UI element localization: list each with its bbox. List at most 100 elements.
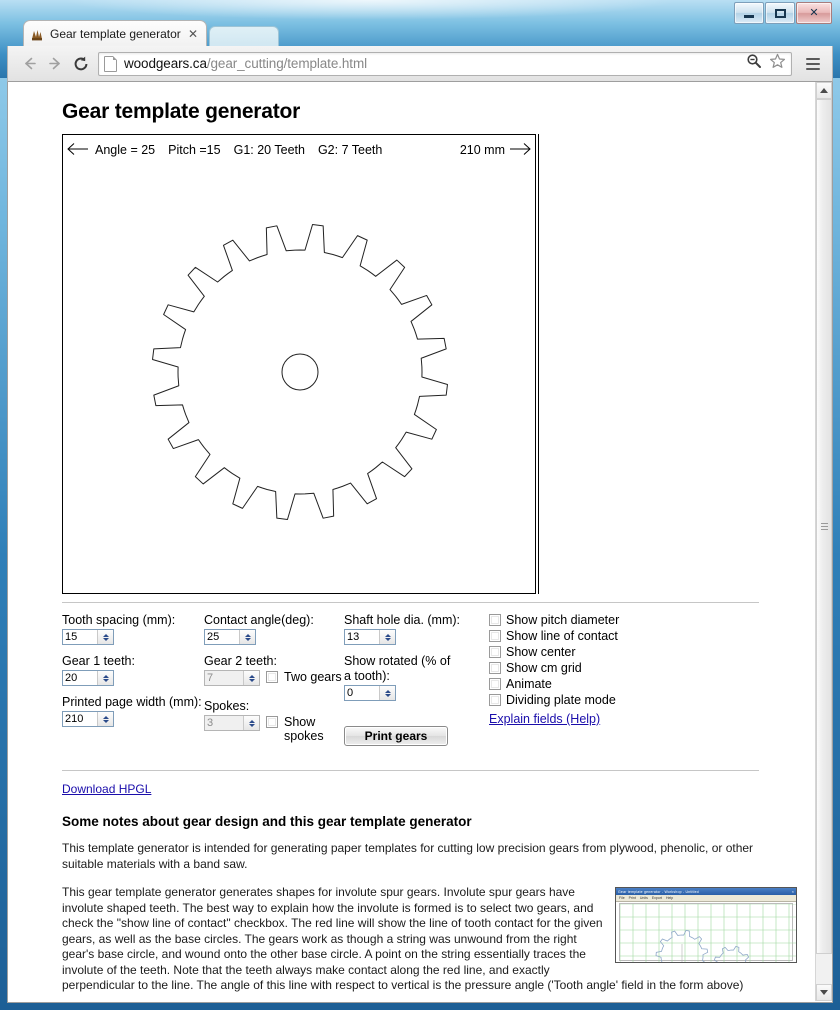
show-cm-grid-checkbox[interactable] <box>489 662 501 674</box>
stepper-arrows-icon[interactable] <box>243 671 259 685</box>
show-pitch-diameter-checkbox[interactable] <box>489 614 501 626</box>
notes-paragraph-1: This template generator is intended for … <box>62 841 754 871</box>
forward-button[interactable] <box>42 51 68 77</box>
tab-gear-template-generator[interactable]: Gear template generator ✕ <box>23 20 207 47</box>
stepper-arrows-icon[interactable] <box>239 630 255 644</box>
browser-chrome: Gear template generator ✕ woodgears.ca/g… <box>7 18 833 1003</box>
stepper-arrows-icon[interactable] <box>97 671 113 685</box>
gear-favicon-icon <box>30 28 44 41</box>
gear-canvas[interactable]: Angle = 25 Pitch =15 G1: 20 Teeth G2: 7 … <box>62 134 539 594</box>
form-column-options: Show pitch diameter Show line of contact… <box>489 613 664 746</box>
canvas-width-indicator: 210 mm <box>460 142 531 159</box>
print-gears-button[interactable]: Print gears <box>344 726 448 746</box>
divider-above-form <box>62 602 759 603</box>
chrome-menu-button[interactable] <box>802 52 824 76</box>
animate-checkbox[interactable] <box>489 678 501 690</box>
contact-angle-input[interactable] <box>205 630 239 644</box>
thumbnail-titlebar: Gear template generator - Workshop - Unt… <box>616 888 796 895</box>
show-line-of-contact-checkbox[interactable] <box>489 630 501 642</box>
form-column-3: Shaft hole dia. (mm): Show rotated (% of… <box>344 613 489 746</box>
hamburger-line <box>806 57 820 60</box>
left-arrow-icon <box>67 142 89 159</box>
new-tab-button[interactable] <box>209 26 279 48</box>
shaft-hole-stepper[interactable] <box>344 629 396 645</box>
tooth-spacing-label: Tooth spacing (mm): <box>62 613 176 627</box>
thumbnail-menu-export: Export <box>651 896 662 900</box>
thumbnail-menu-units: Units <box>639 896 648 900</box>
divider-below-form <box>62 770 759 771</box>
shaft-hole-label: Shaft hole dia. (mm): <box>344 613 461 627</box>
web-page: Gear template generator Angle = 25 Pitch… <box>8 82 817 1001</box>
two-gears-label: Two gears <box>284 670 342 684</box>
option-show-pitch-diameter[interactable]: Show pitch diameter <box>489 613 664 627</box>
show-rotated-label: Show rotated (% of a tooth): <box>344 654 451 683</box>
explain-fields-help-link[interactable]: Explain fields (Help) <box>489 712 664 726</box>
close-icon: ✕ <box>809 6 819 19</box>
shaft-hole-input[interactable] <box>345 630 379 644</box>
app-screenshot-thumbnail[interactable]: Gear template generator - Workshop - Unt… <box>615 887 797 963</box>
page-width-label: Printed page width (mm): <box>62 695 202 709</box>
thumbnail-gear-outline <box>713 945 750 962</box>
option-animate[interactable]: Animate <box>489 677 664 691</box>
page-width-stepper[interactable] <box>62 711 114 727</box>
thumbnail-close-icon: × <box>791 889 794 894</box>
magnifier-icon[interactable] <box>746 53 762 74</box>
form-column-2: Contact angle(deg): Gear 2 teeth: <box>204 613 344 746</box>
page-width-input[interactable] <box>63 712 97 726</box>
scroll-up-button[interactable] <box>816 82 832 99</box>
animate-label: Animate <box>506 677 552 691</box>
titlebar-glow <box>60 0 680 20</box>
gear-illustration <box>152 224 448 520</box>
shaft-hole-circle <box>281 353 319 391</box>
show-rotated-stepper[interactable] <box>344 685 396 701</box>
scrollbar-thumb[interactable] <box>816 99 832 954</box>
canvas-width-label: 210 mm <box>459 143 505 157</box>
stepper-arrows-icon[interactable] <box>97 630 113 644</box>
tooth-spacing-input[interactable] <box>63 630 97 644</box>
stepper-arrows-icon[interactable] <box>379 630 395 644</box>
stepper-arrows-icon[interactable] <box>379 686 395 700</box>
canvas-param-pitch: Pitch =15 <box>168 143 221 157</box>
address-bar[interactable]: woodgears.ca/gear_cutting/template.html <box>98 51 792 76</box>
tab-strip: Gear template generator ✕ <box>7 18 833 48</box>
scrollbar-grip-icon <box>820 523 828 530</box>
star-icon[interactable] <box>769 53 786 74</box>
hamburger-line <box>806 62 820 65</box>
download-hpgl-link[interactable]: Download HPGL <box>62 782 151 796</box>
show-rotated-input[interactable] <box>345 686 379 700</box>
canvas-param-angle: Angle = 25 <box>95 143 156 157</box>
thumbnail-menu-help: Help <box>665 896 674 900</box>
dividing-plate-mode-checkbox[interactable] <box>489 694 501 706</box>
thumbnail-canvas <box>619 903 796 962</box>
reload-button[interactable] <box>68 51 94 77</box>
gear2-teeth-stepper[interactable] <box>204 670 260 686</box>
spokes-input[interactable] <box>205 716 243 730</box>
back-button[interactable] <box>16 51 42 77</box>
gear-outline <box>152 224 448 520</box>
right-arrow-icon <box>509 142 531 159</box>
option-show-cm-grid[interactable]: Show cm grid <box>489 661 664 675</box>
option-show-line-of-contact[interactable]: Show line of contact <box>489 629 664 643</box>
stepper-arrows-icon[interactable] <box>97 712 113 726</box>
contact-angle-stepper[interactable] <box>204 629 256 645</box>
gear1-teeth-stepper[interactable] <box>62 670 114 686</box>
option-show-center[interactable]: Show center <box>489 645 664 659</box>
show-spokes-checkbox[interactable] <box>266 716 278 728</box>
spokes-label: Spokes: <box>204 699 250 713</box>
spokes-stepper[interactable] <box>204 715 260 731</box>
tab-title: Gear template generator <box>50 27 181 41</box>
omnibox-icons <box>740 53 786 74</box>
gear1-teeth-input[interactable] <box>63 671 97 685</box>
dividing-plate-mode-label: Dividing plate mode <box>506 693 616 707</box>
gear2-teeth-input[interactable] <box>205 671 243 685</box>
show-center-checkbox[interactable] <box>489 646 501 658</box>
page-scrollbar[interactable] <box>815 82 832 1001</box>
url-text: woodgears.ca/gear_cutting/template.html <box>124 56 367 71</box>
option-dividing-plate-mode[interactable]: Dividing plate mode <box>489 693 664 707</box>
tab-close-icon[interactable]: ✕ <box>186 27 200 41</box>
stepper-arrows-icon[interactable] <box>243 716 259 730</box>
tooth-spacing-stepper[interactable] <box>62 629 114 645</box>
two-gears-checkbox[interactable] <box>266 671 278 683</box>
scroll-down-button[interactable] <box>816 984 832 1001</box>
canvas-param-g1: G1: 20 Teeth <box>233 143 305 157</box>
